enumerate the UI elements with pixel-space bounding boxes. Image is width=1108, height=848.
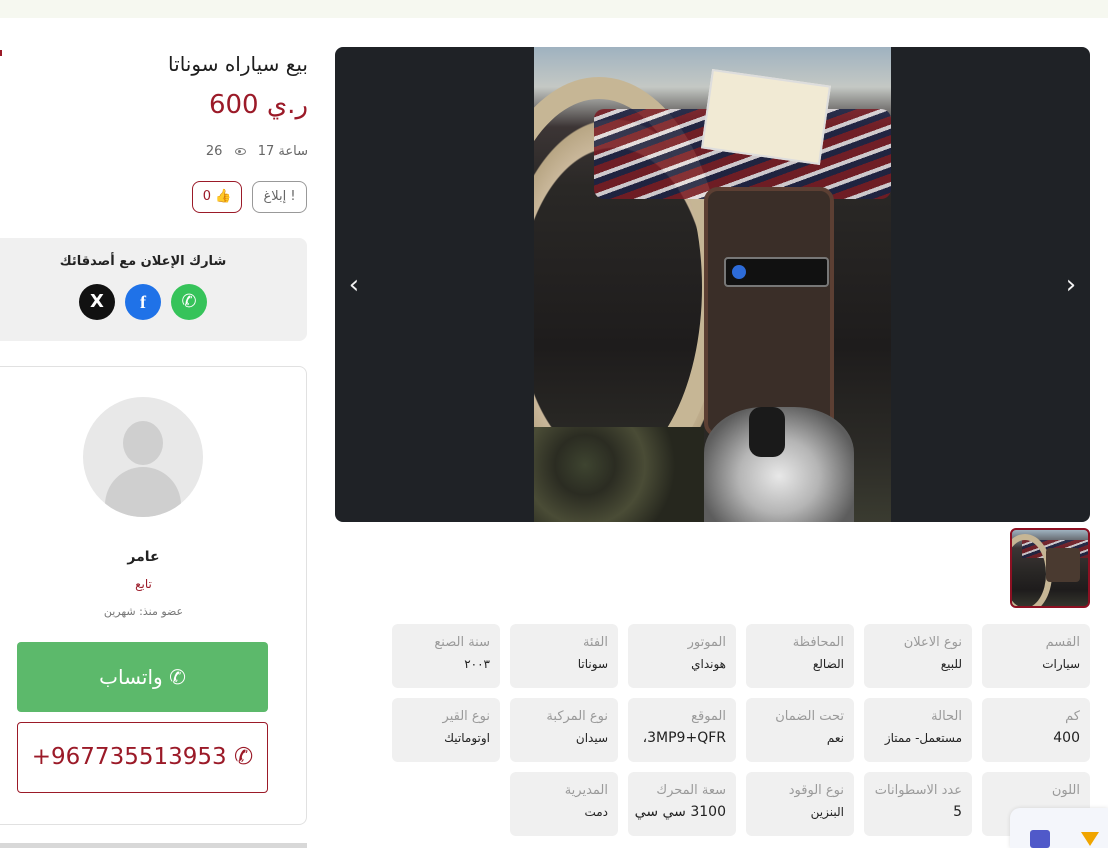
edge-mark bbox=[0, 50, 2, 56]
spec-item: نوع الاعلان للبيع bbox=[864, 624, 972, 688]
phone-contact-button[interactable]: +967735513953 ✆ bbox=[17, 722, 268, 793]
facebook-share-icon[interactable]: f bbox=[125, 284, 161, 320]
top-bar bbox=[0, 0, 1108, 18]
image-gallery[interactable] bbox=[335, 47, 1090, 522]
spec-item: كم 400 bbox=[982, 698, 1090, 762]
share-panel: شارك الإعلان مع أصدقائك X f ✆ bbox=[0, 238, 307, 341]
thumbs-up-icon: 👍 bbox=[215, 189, 232, 204]
spec-item: نوع الوقود البنزين bbox=[746, 772, 854, 836]
eye-icon bbox=[234, 148, 246, 155]
spec-item: المديرية دمت bbox=[510, 772, 618, 836]
next-section-edge bbox=[0, 843, 307, 848]
spec-item: سعة المحرك 3100 سي سي bbox=[628, 772, 736, 836]
spec-item: الموتور هونداي bbox=[628, 624, 736, 688]
listing-title: بيع سياراه سوناتا bbox=[168, 52, 308, 76]
spec-item: نوع القير اوتوماتيك bbox=[392, 698, 500, 762]
car-interior-photo[interactable] bbox=[534, 47, 891, 522]
alert-icon[interactable] bbox=[1081, 832, 1099, 846]
spec-item: عدد الاسطوانات 5 bbox=[864, 772, 972, 836]
post-age: 17 ساعة bbox=[257, 144, 308, 159]
avatar bbox=[83, 397, 203, 517]
floating-widget[interactable] bbox=[1010, 808, 1108, 848]
spec-item: القسم سيارات bbox=[982, 624, 1090, 688]
whatsapp-label: واتساب bbox=[99, 665, 163, 689]
spec-item: الفئة سوناتا bbox=[510, 624, 618, 688]
report-button[interactable]: ! إبلاغ bbox=[252, 181, 307, 213]
warning-icon: ! bbox=[290, 189, 296, 204]
spec-item: الحالة مستعمل- ممتاز bbox=[864, 698, 972, 762]
views-count: 26 bbox=[205, 144, 223, 159]
seller-member-since: عضو منذ: شهرين bbox=[103, 605, 184, 618]
whatsapp-icon: ✆ bbox=[169, 665, 186, 689]
gallery-prev-arrow-icon[interactable]: ‹ bbox=[343, 270, 365, 300]
spec-item: سنة الصنع ٢٠٠٣ bbox=[392, 624, 500, 688]
gallery-thumbnail[interactable] bbox=[1010, 528, 1090, 608]
x-share-icon[interactable]: X bbox=[79, 284, 115, 320]
seller-name[interactable]: عامر bbox=[0, 549, 287, 565]
seller-role: تابع bbox=[135, 577, 152, 591]
phone-number: +967735513953 bbox=[31, 744, 227, 770]
spec-item: تحت الضمان نعم bbox=[746, 698, 854, 762]
report-label: إبلاغ bbox=[263, 189, 287, 204]
teams-icon[interactable] bbox=[1030, 830, 1050, 848]
whatsapp-contact-button[interactable]: ✆ واتساب bbox=[17, 642, 268, 712]
listing-price: 600 ر.ي bbox=[208, 90, 308, 120]
spec-item: الموقع 3MP9+QFR، bbox=[628, 698, 736, 762]
share-label: شارك الإعلان مع أصدقائك bbox=[59, 254, 227, 269]
spec-item: نوع المركبة سيدان bbox=[510, 698, 618, 762]
phone-icon: ✆ bbox=[233, 744, 254, 770]
gallery-next-arrow-icon[interactable]: › bbox=[1060, 270, 1082, 300]
likes-count: 0 bbox=[202, 189, 211, 204]
like-button[interactable]: 0 👍 bbox=[192, 181, 242, 213]
whatsapp-share-icon[interactable]: ✆ bbox=[171, 284, 207, 320]
spec-item: المحافظة الضالع bbox=[746, 624, 854, 688]
listing-meta: 26 17 ساعة bbox=[150, 144, 308, 159]
